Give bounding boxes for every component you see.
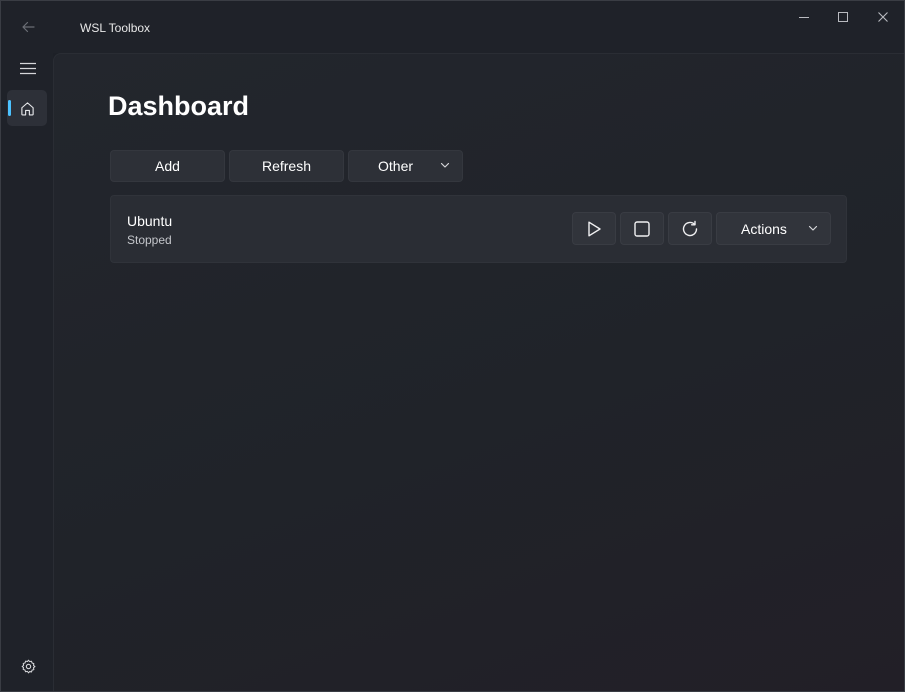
navigation-pane: [1, 53, 53, 691]
restart-button[interactable]: [668, 212, 712, 245]
menu-toggle-button[interactable]: [9, 53, 47, 83]
actions-dropdown-button[interactable]: Actions: [716, 212, 831, 245]
stop-button[interactable]: [620, 212, 664, 245]
stop-icon: [634, 220, 650, 237]
app-title: WSL Toolbox: [80, 21, 151, 35]
maximize-icon: [838, 12, 848, 22]
maximize-button[interactable]: [823, 1, 863, 33]
other-label: Other: [378, 158, 414, 174]
minimize-icon: [799, 17, 809, 18]
start-button[interactable]: [572, 212, 616, 245]
home-icon: [20, 101, 34, 115]
minimize-button[interactable]: [784, 1, 824, 33]
nav-item-home[interactable]: [7, 90, 47, 126]
gear-icon: [21, 659, 35, 673]
back-arrow-icon: [22, 21, 35, 33]
other-dropdown-button[interactable]: Other: [348, 150, 463, 182]
refresh-button[interactable]: Refresh: [229, 150, 344, 182]
hamburger-icon: [20, 62, 36, 74]
close-button[interactable]: [863, 1, 903, 33]
back-button[interactable]: [9, 11, 47, 43]
nav-item-settings[interactable]: [9, 653, 47, 679]
chevron-down-icon: [808, 225, 818, 231]
actions-label: Actions: [741, 220, 787, 237]
main-content: Dashboard Add Refresh Other Ubuntu Stopp…: [53, 53, 904, 691]
restart-icon: [682, 220, 698, 236]
page-title: Dashboard: [108, 91, 250, 121]
distro-status: Stopped: [127, 233, 172, 247]
app-window: WSL Toolbox Dashboard Add Refresh Other …: [0, 0, 905, 692]
selection-indicator: [8, 100, 11, 116]
play-icon: [588, 221, 601, 236]
chevron-down-icon: [440, 162, 450, 168]
title-bar[interactable]: WSL Toolbox: [1, 1, 904, 53]
distro-name: Ubuntu: [127, 213, 173, 229]
distro-card: Ubuntu Stopped Actions: [110, 195, 847, 263]
close-icon: [878, 12, 888, 22]
add-button[interactable]: Add: [110, 150, 225, 182]
